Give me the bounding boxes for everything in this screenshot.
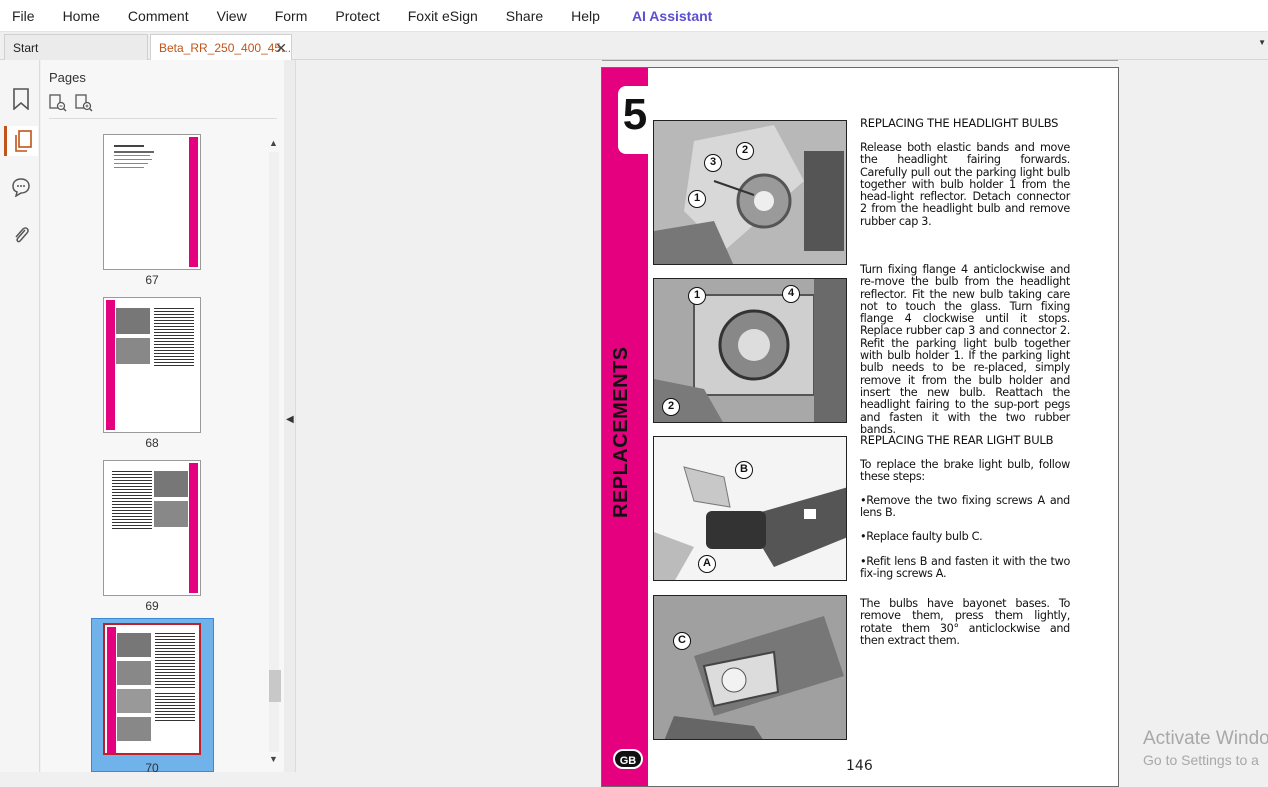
menu-ai-assistant[interactable]: AI Assistant — [618, 0, 726, 32]
attachment-icon[interactable] — [6, 220, 36, 250]
menu-comment[interactable]: Comment — [114, 0, 203, 32]
bookmark-icon[interactable] — [6, 84, 36, 114]
tab-document-label: Beta_RR_250_400_45... — [159, 41, 292, 55]
previous-page-edge — [602, 60, 1118, 61]
photo-rear-light — [653, 436, 847, 581]
page-thumbnail-label: 68 — [145, 436, 159, 450]
collapse-left-icon[interactable]: ◀ — [286, 414, 294, 425]
pdf-page: 5 REPLACEMENTS GB 1 3 2 1 4 2 B A C REPL… — [601, 67, 1119, 787]
callout-2: 2 — [736, 142, 754, 160]
bullet-2: •Replace faulty bulb C. — [860, 530, 983, 543]
activation-watermark-line1: Activate Windo — [1143, 728, 1268, 749]
scroll-down-icon[interactable]: ▼ — [269, 754, 278, 764]
tab-document[interactable]: Beta_RR_250_400_45... ✕ — [150, 34, 292, 60]
document-tab-bar: Start Beta_RR_250_400_45... ✕ ▼ — [0, 32, 1268, 60]
pages-panel: Pages 67 68 69 70 ▲ ▼ — [41, 60, 284, 775]
page-thumbnail-label: 69 — [145, 599, 159, 613]
menu-share[interactable]: Share — [492, 0, 557, 32]
comment-icon[interactable] — [6, 172, 36, 202]
menu-home[interactable]: Home — [49, 0, 114, 32]
bullet-3: •Refit lens B and fasten it with the two… — [860, 555, 1070, 581]
page-thumbnail[interactable] — [103, 134, 201, 270]
photo-headlight-reflector — [653, 278, 847, 423]
pages-icon[interactable] — [4, 126, 38, 156]
callout-4: 4 — [782, 285, 800, 303]
page-thumbnail-label: 67 — [145, 273, 159, 287]
callout-2: 2 — [662, 398, 680, 416]
paragraph-2: Turn fixing flange 4 anticlockwise and r… — [860, 263, 1070, 436]
panel-divider — [49, 118, 277, 119]
menu-foxit-esign[interactable]: Foxit eSign — [394, 0, 492, 32]
callout-1: 1 — [688, 287, 706, 305]
page-thumbnail-selected[interactable] — [103, 623, 201, 755]
heading-rear-light-bulb: REPLACING THE REAR LIGHT BULB — [860, 433, 1054, 447]
bullet-1: •Remove the two fixing screws A and lens… — [860, 494, 1070, 520]
thumbnail-scrollbar[interactable]: ▲ ▼ — [267, 138, 281, 766]
page-thumbnail-label: 70 — [145, 761, 159, 775]
menu-file[interactable]: File — [0, 0, 49, 32]
page-thumbnail[interactable] — [103, 297, 201, 433]
section-title-vertical: REPLACEMENTS — [610, 346, 632, 518]
menu-view[interactable]: View — [203, 0, 261, 32]
tab-start-label: Start — [13, 41, 39, 55]
language-badge: GB — [613, 749, 643, 769]
chapter-number: 5 — [622, 90, 648, 139]
document-viewer[interactable]: 5 REPLACEMENTS GB 1 3 2 1 4 2 B A C REPL… — [297, 60, 1268, 787]
photo-headlight-rear — [653, 120, 847, 265]
tab-start[interactable]: Start — [4, 34, 148, 60]
close-icon[interactable]: ✕ — [275, 35, 287, 61]
navigation-rail — [0, 60, 40, 772]
menu-form[interactable]: Form — [261, 0, 322, 32]
callout-3: 3 — [704, 154, 722, 172]
callout-B: B — [735, 461, 753, 479]
pages-panel-tools — [49, 94, 93, 117]
zoom-out-thumbnails-icon[interactable] — [49, 94, 67, 117]
scroll-up-icon[interactable]: ▲ — [269, 138, 278, 148]
scroll-thumb[interactable] — [269, 670, 281, 702]
menu-protect[interactable]: Protect — [321, 0, 393, 32]
paragraph-1: Release both elastic bands and move the … — [860, 141, 1070, 228]
page-thumbnail[interactable] — [103, 460, 201, 596]
photo-bulb-bayonet — [653, 595, 847, 740]
menu-help[interactable]: Help — [557, 0, 614, 32]
menu-bar: File Home Comment View Form Protect Foxi… — [0, 0, 1268, 32]
callout-A: A — [698, 555, 716, 573]
callout-C: C — [673, 632, 691, 650]
paragraph-3: To replace the brake light bulb, follow … — [860, 458, 1070, 484]
callout-1: 1 — [688, 190, 706, 208]
zoom-in-thumbnails-icon[interactable] — [75, 94, 93, 117]
panel-collapse-handle[interactable]: ◀ — [284, 60, 296, 772]
paragraph-4: The bulbs have bayonet bases. To remove … — [860, 597, 1070, 647]
pages-panel-title: Pages — [49, 70, 86, 85]
activation-watermark-line2: Go to Settings to a — [1143, 752, 1259, 768]
tab-list-dropdown-icon[interactable]: ▼ — [1258, 38, 1266, 47]
heading-headlight-bulbs: REPLACING THE HEADLIGHT BULBS — [860, 116, 1059, 130]
scroll-track — [269, 152, 279, 752]
